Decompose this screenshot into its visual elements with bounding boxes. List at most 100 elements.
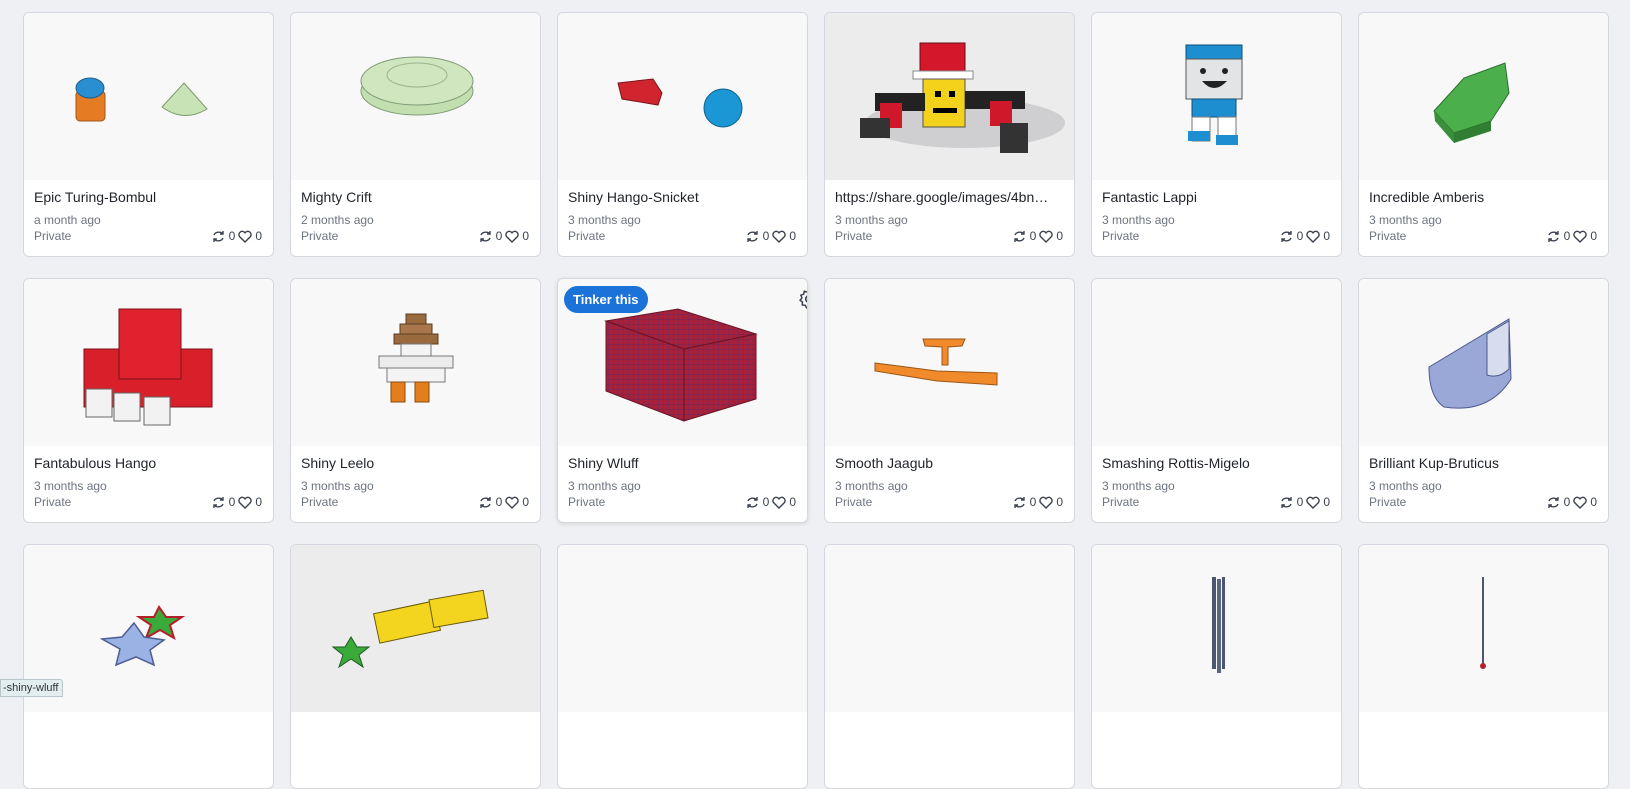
design-title[interactable]: Incredible Amberis (1369, 188, 1598, 206)
design-card[interactable]: Epic Turing-Bombul a month ago Private 0… (23, 12, 274, 257)
design-thumbnail[interactable] (825, 13, 1074, 180)
heart-icon[interactable] (1573, 230, 1588, 243)
heart-icon[interactable] (1039, 230, 1054, 243)
design-card[interactable]: Mighty Crift 2 months ago Private 0 0 (290, 12, 541, 257)
remix-count: 0 (228, 229, 236, 243)
design-card[interactable]: Shiny Hango-Snicket 3 months ago Private… (557, 12, 808, 257)
design-thumbnail[interactable] (558, 13, 807, 180)
heart-icon[interactable] (772, 496, 787, 509)
remix-icon (746, 496, 758, 508)
design-card[interactable]: https://share.google/images/4bn… 3 month… (824, 12, 1075, 257)
design-thumbnail-image (83, 308, 213, 426)
design-thumbnail[interactable] (1092, 13, 1341, 180)
design-stats: 0 0 (1279, 494, 1330, 510)
heart-icon[interactable] (505, 230, 520, 243)
remix-count: 0 (1563, 495, 1571, 509)
design-stats: 0 0 (1279, 228, 1330, 244)
like-count: 0 (1056, 495, 1063, 509)
design-card[interactable]: Brilliant Kup-Bruticus 3 months ago Priv… (1358, 278, 1609, 523)
design-card[interactable]: Tinker this Shiny Wluff 3 months ago Pri… (557, 278, 808, 523)
remix-count: 0 (1296, 229, 1304, 243)
design-card[interactable] (1091, 544, 1342, 789)
design-thumbnail-image (378, 313, 454, 403)
design-card[interactable] (1358, 544, 1609, 789)
design-title[interactable]: Smashing Rottis-Migelo (1102, 454, 1331, 472)
like-count: 0 (1590, 495, 1597, 509)
design-thumbnail-image (75, 77, 208, 122)
design-thumbnail-image (1185, 44, 1243, 145)
design-stats: 0 0 (211, 228, 262, 244)
design-card[interactable] (824, 544, 1075, 789)
design-thumbnail-image (617, 78, 743, 128)
design-card[interactable] (290, 544, 541, 789)
design-thumbnail[interactable] (1359, 279, 1608, 446)
remix-count: 0 (1029, 229, 1037, 243)
design-updated-time: 3 months ago (568, 479, 641, 493)
design-card[interactable] (23, 544, 274, 789)
design-stats: 0 0 (478, 494, 529, 510)
design-title[interactable]: Fantabulous Hango (34, 454, 263, 472)
design-title[interactable]: Brilliant Kup-Bruticus (1369, 454, 1598, 472)
remix-count: 0 (1296, 495, 1304, 509)
design-updated-time: 3 months ago (1369, 479, 1442, 493)
design-updated-time: 3 months ago (835, 479, 908, 493)
design-title[interactable]: Shiny Hango-Snicket (568, 188, 797, 206)
remix-icon (479, 496, 491, 508)
design-thumbnail[interactable] (825, 545, 1074, 712)
design-thumbnail[interactable] (1092, 545, 1341, 712)
design-thumbnail-image (874, 338, 998, 386)
design-thumbnail[interactable] (1359, 13, 1608, 180)
remix-icon (746, 230, 758, 242)
heart-icon[interactable] (505, 496, 520, 509)
like-count: 0 (789, 495, 796, 509)
heart-icon[interactable] (238, 496, 253, 509)
remix-count: 0 (495, 495, 503, 509)
design-card[interactable]: Smooth Jaagub 3 months ago Private 0 0 (824, 278, 1075, 523)
design-thumbnail[interactable]: Tinker this (558, 279, 807, 446)
design-updated-time: 3 months ago (34, 479, 107, 493)
design-card[interactable]: Fantabulous Hango 3 months ago Private 0… (23, 278, 274, 523)
design-title[interactable]: Fantastic Lappi (1102, 188, 1331, 206)
tinker-this-button[interactable]: Tinker this (564, 286, 648, 313)
design-thumbnail[interactable] (1359, 545, 1608, 712)
design-thumbnail-image (331, 589, 489, 669)
design-card[interactable]: Incredible Amberis 3 months ago Private … (1358, 12, 1609, 257)
heart-icon[interactable] (1039, 496, 1054, 509)
remix-icon (1013, 230, 1025, 242)
remix-icon (1280, 496, 1292, 508)
design-title[interactable]: Mighty Crift (301, 188, 530, 206)
design-thumbnail[interactable] (291, 13, 540, 180)
design-updated-time: 3 months ago (1369, 213, 1442, 227)
heart-icon[interactable] (772, 230, 787, 243)
design-thumbnail[interactable] (24, 13, 273, 180)
heart-icon[interactable] (1306, 496, 1321, 509)
design-thumbnail[interactable] (291, 545, 540, 712)
design-thumbnail[interactable] (825, 279, 1074, 446)
design-title[interactable]: Shiny Wluff (568, 454, 797, 472)
remix-count: 0 (762, 495, 770, 509)
design-title[interactable]: Epic Turing-Bombul (34, 188, 263, 206)
remix-icon (212, 496, 224, 508)
design-card[interactable]: Fantastic Lappi 3 months ago Private 0 0 (1091, 12, 1342, 257)
design-card[interactable] (557, 544, 808, 789)
design-thumbnail[interactable] (1092, 279, 1341, 446)
remix-count: 0 (1563, 229, 1571, 243)
design-thumbnail[interactable] (291, 279, 540, 446)
heart-icon[interactable] (1573, 496, 1588, 509)
design-card[interactable]: Smashing Rottis-Migelo 3 months ago Priv… (1091, 278, 1342, 523)
heart-icon[interactable] (238, 230, 253, 243)
heart-icon[interactable] (1306, 230, 1321, 243)
like-count: 0 (1323, 495, 1330, 509)
design-title[interactable]: https://share.google/images/4bn… (835, 188, 1064, 206)
design-thumbnail[interactable] (24, 279, 273, 446)
like-count: 0 (522, 495, 529, 509)
design-title[interactable]: Smooth Jaagub (835, 454, 1064, 472)
design-updated-time: 3 months ago (1102, 479, 1175, 493)
design-stats: 0 0 (1546, 494, 1597, 510)
design-title[interactable]: Shiny Leelo (301, 454, 530, 472)
like-count: 0 (522, 229, 529, 243)
remix-count: 0 (228, 495, 236, 509)
design-thumbnail[interactable] (558, 545, 807, 712)
design-card[interactable]: Shiny Leelo 3 months ago Private 0 0 (290, 278, 541, 523)
design-stats: 0 0 (1546, 228, 1597, 244)
